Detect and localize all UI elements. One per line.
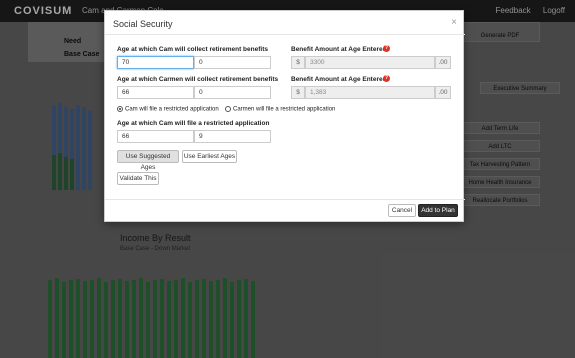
use-earliest-ages-button[interactable]: Use Earliest Ages (182, 150, 237, 163)
restricted-age-months-input[interactable]: 9 (194, 130, 271, 143)
carmen-age-years-input[interactable]: 66 (117, 86, 194, 99)
cam-age-years-input[interactable]: 70 (117, 56, 194, 69)
cancel-button[interactable]: Cancel (388, 204, 416, 217)
currency-addon: $ (291, 86, 305, 99)
dialog-header: Social Security × (105, 11, 465, 35)
radio-cam-label: Cam will file a restricted application (125, 106, 219, 113)
dialog-footer-divider (105, 199, 465, 200)
use-suggested-ages-button[interactable]: Use Suggested Ages (117, 150, 179, 171)
carmen-age-months-input[interactable]: 0 (194, 86, 271, 99)
restricted-age-years-input[interactable]: 66 (117, 130, 194, 143)
cam-benefit-label: Benefit Amount at Age Entered (291, 46, 387, 53)
validate-button[interactable]: Validate This (117, 172, 159, 185)
close-icon[interactable]: × (451, 17, 457, 28)
cam-age-label: Age at which Cam will collect retirement… (117, 46, 268, 53)
cam-age-months-input[interactable]: 0 (194, 56, 271, 69)
info-icon[interactable]: ? (383, 45, 390, 52)
dialog-title: Social Security (113, 19, 173, 29)
radio-carmen-restricted[interactable]: Carmen will file a restricted applicatio… (225, 106, 335, 113)
cents-addon: .00 (435, 56, 451, 69)
restricted-age-label: Age at which Cam will file a restricted … (117, 120, 270, 127)
info-icon[interactable]: ? (383, 75, 390, 82)
radio-carmen-label: Carmen will file a restricted applicatio… (233, 106, 336, 113)
currency-addon: $ (291, 56, 305, 69)
add-to-plan-button[interactable]: Add to Plan (418, 204, 458, 217)
radio-cam-restricted[interactable]: Cam will file a restricted application (117, 106, 219, 113)
social-security-dialog: Social Security × Age at which Cam will … (104, 10, 465, 222)
cents-addon: .00 (435, 86, 451, 99)
radio-unchecked-icon[interactable] (225, 106, 231, 112)
carmen-benefit-label: Benefit Amount at Age Entered (291, 76, 387, 83)
carmen-age-label: Age at which Carmen will collect retirem… (117, 76, 279, 83)
carmen-benefit-input: 1,383 (305, 86, 435, 99)
radio-checked-icon[interactable] (117, 106, 123, 112)
cam-benefit-input: 3300 (305, 56, 435, 69)
